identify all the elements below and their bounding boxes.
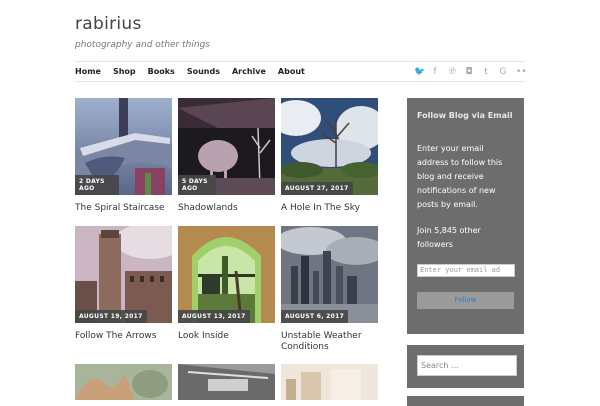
post-image: [178, 226, 275, 323]
post-card[interactable]: AUGUST 6, 2017 Unstable Weather Conditio…: [281, 226, 378, 353]
post-thumbnail[interactable]: [75, 364, 172, 400]
nav-divider-bottom: [75, 81, 525, 82]
post-image: [281, 98, 378, 195]
post-image: [281, 226, 378, 323]
main-nav: Home Shop Books Sounds Archive About: [75, 62, 317, 81]
post-card[interactable]: AUGUST 19, 2017 Follow The Arrows: [75, 226, 172, 342]
post-card[interactable]: 5 DAYS AGO Shadowlands: [178, 98, 275, 214]
follow-blog-widget: Follow Blog via Email Enter your email a…: [407, 98, 524, 334]
social-links: 🐦 f ℗ ◘ t G ••: [414, 62, 527, 81]
post-thumbnail[interactable]: AUGUST 19, 2017: [75, 226, 172, 323]
post-title[interactable]: Follow The Arrows: [75, 331, 172, 342]
pinterest-icon[interactable]: ℗: [448, 67, 457, 77]
post-image: [75, 226, 172, 323]
tumblr-icon[interactable]: t: [482, 67, 490, 77]
post-thumbnail[interactable]: [178, 364, 275, 400]
post-title[interactable]: The Spiral Staircase: [75, 203, 172, 214]
nav-books[interactable]: Books: [148, 67, 175, 76]
nav-sounds[interactable]: Sounds: [187, 67, 220, 76]
post-card[interactable]: AUGUST 27, 2017 A Hole In The Sky: [281, 98, 378, 214]
post-title[interactable]: Look Inside: [178, 331, 275, 342]
post-thumbnail[interactable]: 5 DAYS AGO: [178, 98, 275, 195]
post-card[interactable]: 2 DAYS AGO The Spiral Staircase: [75, 98, 172, 214]
facebook-icon[interactable]: f: [431, 67, 439, 77]
post-thumbnail[interactable]: 2 DAYS AGO: [75, 98, 172, 195]
post-date-badge: AUGUST 19, 2017: [75, 310, 147, 323]
site-title[interactable]: rabirius: [75, 14, 142, 34]
nav-about[interactable]: About: [278, 67, 305, 76]
search-input[interactable]: Search …: [417, 355, 517, 376]
post-date-badge: 2 DAYS AGO: [75, 175, 119, 195]
follow-description: Enter your email address to follow this …: [417, 144, 503, 209]
post-image: [178, 364, 275, 400]
post-date-badge: 5 DAYS AGO: [178, 175, 216, 195]
post-thumbnail[interactable]: AUGUST 27, 2017: [281, 98, 378, 195]
post-thumbnail[interactable]: AUGUST 13, 2017: [178, 226, 275, 323]
post-date-badge: AUGUST 6, 2017: [281, 310, 349, 323]
post-card[interactable]: AUGUST 13, 2017 Look Inside: [178, 226, 275, 342]
email-field[interactable]: Enter your email ad: [417, 264, 515, 277]
post-card[interactable]: [75, 364, 172, 400]
post-card[interactable]: [178, 364, 275, 400]
follow-button[interactable]: Follow: [417, 292, 514, 309]
post-image: [75, 364, 172, 400]
post-date-badge: AUGUST 27, 2017: [281, 182, 353, 195]
widget-title: Follow Blog via Email: [417, 111, 513, 120]
post-image: [281, 364, 378, 400]
twitter-icon[interactable]: 🐦: [414, 67, 425, 77]
follower-count: Join 5,845 other followers: [417, 226, 481, 249]
post-title[interactable]: A Hole In The Sky: [281, 203, 378, 214]
nav-home[interactable]: Home: [75, 67, 101, 76]
site-tagline: photography and other things: [75, 40, 210, 50]
flickr-icon[interactable]: ••: [516, 67, 527, 77]
post-title[interactable]: Shadowlands: [178, 203, 275, 214]
googleplus-icon[interactable]: G: [499, 67, 507, 77]
post-thumbnail[interactable]: AUGUST 6, 2017: [281, 226, 378, 323]
nav-archive[interactable]: Archive: [232, 67, 266, 76]
post-card[interactable]: [281, 364, 378, 400]
post-thumbnail[interactable]: [281, 364, 378, 400]
sidebar-widget: [407, 396, 524, 406]
nav-shop[interactable]: Shop: [113, 67, 136, 76]
search-widget: Search …: [407, 345, 524, 388]
instagram-icon[interactable]: ◘: [465, 67, 473, 77]
post-title[interactable]: Unstable Weather Conditions: [281, 331, 378, 353]
post-date-badge: AUGUST 13, 2017: [178, 310, 250, 323]
